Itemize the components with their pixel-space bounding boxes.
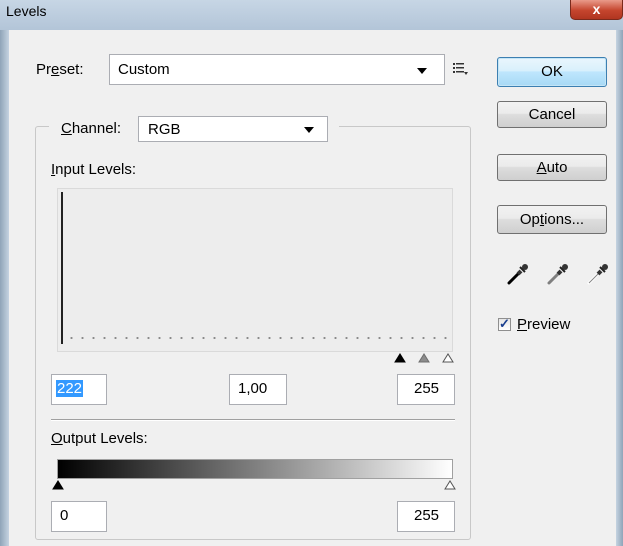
white-point-eyedropper-icon[interactable] bbox=[586, 262, 610, 286]
close-icon: x bbox=[592, 1, 601, 17]
title-bar: Levels x bbox=[0, 0, 623, 30]
channel-label: Channel: bbox=[61, 120, 122, 137]
cancel-button-label: Cancel bbox=[528, 106, 576, 123]
chevron-down-icon bbox=[417, 68, 427, 74]
histogram-baseline-dots bbox=[66, 337, 450, 339]
ok-button[interactable]: OK bbox=[497, 57, 607, 87]
gray-point-slider bbox=[418, 353, 430, 363]
black-point-eyedropper-icon[interactable] bbox=[506, 262, 530, 286]
input-black-field[interactable]: 222 bbox=[51, 374, 107, 405]
window-frame-right bbox=[616, 30, 623, 546]
close-button[interactable]: x bbox=[570, 0, 623, 20]
auto-button[interactable]: Auto bbox=[497, 154, 607, 181]
histogram-display bbox=[57, 188, 453, 352]
preview-label[interactable]: Preview bbox=[517, 316, 570, 333]
output-black-value: 0 bbox=[60, 507, 69, 524]
input-white-field[interactable]: 255 bbox=[397, 374, 455, 405]
auto-button-label: Auto bbox=[536, 159, 568, 176]
input-black-value: 222 bbox=[56, 380, 84, 397]
cancel-button[interactable]: Cancel bbox=[497, 101, 607, 128]
histogram-left-edge bbox=[61, 192, 63, 344]
output-white-slider bbox=[444, 480, 456, 490]
preset-label: Preset: bbox=[36, 61, 84, 78]
output-black-field[interactable]: 0 bbox=[51, 501, 107, 532]
separator bbox=[51, 419, 455, 421]
options-button[interactable]: Options... bbox=[497, 205, 607, 234]
input-gamma-value: 1,00 bbox=[238, 380, 268, 397]
levels-dialog: Preset: Custom Channel: RGB Input Levels… bbox=[9, 30, 616, 546]
window-title: Levels bbox=[6, 3, 47, 19]
preset-select[interactable]: Custom bbox=[109, 54, 445, 85]
input-white-value: 255 bbox=[414, 380, 440, 397]
input-levels-label: Input Levels: bbox=[51, 161, 137, 178]
input-gamma-field[interactable]: 1,00 bbox=[229, 374, 287, 405]
output-slider-track bbox=[52, 480, 456, 490]
preset-options-menu-icon[interactable] bbox=[453, 62, 469, 76]
output-white-value: 255 bbox=[414, 507, 440, 524]
ok-button-label: OK bbox=[541, 63, 563, 80]
gray-point-eyedropper-icon[interactable] bbox=[546, 262, 570, 286]
output-black-slider bbox=[52, 480, 64, 490]
window-frame-left bbox=[0, 30, 9, 546]
channel-value: RGB bbox=[148, 121, 181, 138]
white-point-slider bbox=[442, 353, 454, 363]
black-point-slider bbox=[394, 353, 406, 363]
chevron-down-icon bbox=[304, 127, 314, 133]
preset-value: Custom bbox=[118, 61, 170, 78]
input-slider-track bbox=[394, 353, 454, 363]
channel-row: Channel: RGB bbox=[49, 116, 339, 142]
output-gradient-bar bbox=[57, 459, 453, 479]
channel-select[interactable]: RGB bbox=[138, 116, 328, 142]
checkmark-icon: ✓ bbox=[499, 316, 510, 331]
preview-checkbox[interactable]: ✓ bbox=[498, 316, 511, 331]
output-white-field[interactable]: 255 bbox=[397, 501, 455, 532]
output-levels-label: Output Levels: bbox=[51, 430, 148, 447]
options-button-label: Options... bbox=[519, 211, 585, 228]
